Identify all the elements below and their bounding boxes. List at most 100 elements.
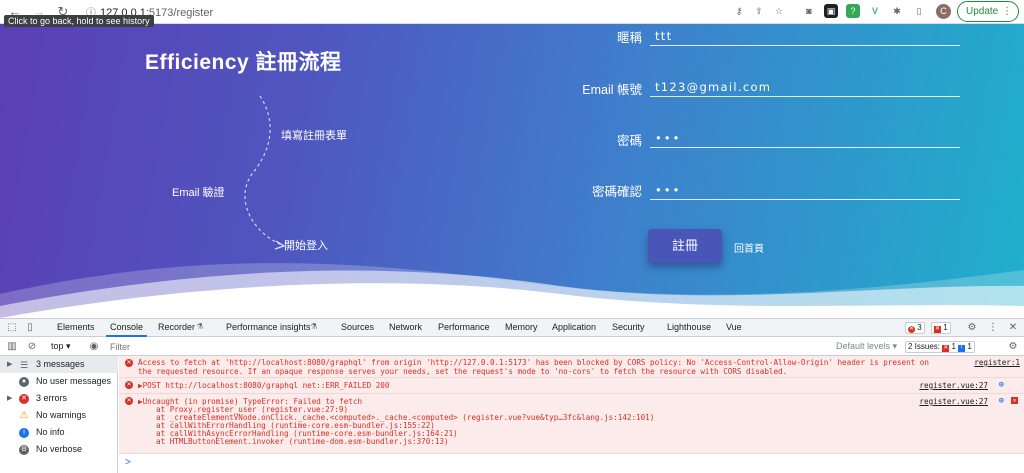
live-expression-eye-icon[interactable]: ◉ [88,341,100,352]
sidebar-item-label: 3 messages [36,359,85,369]
home-link[interactable]: 回首頁 [734,240,764,255]
console-output: ✕ Access to fetch at 'http://localhost:8… [119,356,1024,473]
sidebar-toggle-icon[interactable]: ▥ [6,341,18,352]
tab-console[interactable]: Console [105,322,148,337]
source-link[interactable]: register.vue:27 [919,381,988,390]
console-message-uncaught[interactable]: ✕ ▶Uncaught (in promise) TypeError: Fail… [119,394,1024,454]
issues-label: 2 Issues: [908,342,941,351]
error-count-badge[interactable]: ✕ 3 [905,322,925,334]
sidebar-item-warnings[interactable]: ⚠ No warnings [0,407,118,424]
sidebar-item-messages[interactable]: ▶ ☰ 3 messages [0,356,118,373]
console-message-cors: ✕ Access to fetch at 'http://localhost:8… [119,356,1024,378]
network-globe-icon[interactable]: ⊕ [999,380,1004,390]
share-icon[interactable]: ⇪ [752,4,766,18]
confirm-password-field[interactable] [650,180,960,200]
sidebar-item-errors[interactable]: ▶ ✕ 3 errors [0,390,118,407]
message-text: the requested resource. If an opaque res… [138,367,788,376]
tab-memory[interactable]: Memory [505,322,538,332]
sidebar-item-label: No info [36,427,65,437]
error-icon: ✕ [125,397,133,405]
clear-console-icon[interactable]: ⊘ [26,341,38,352]
issues-button[interactable]: 2 Issues: ✕ 1 ! 1 [905,341,975,353]
tab-application[interactable]: Application [552,322,596,332]
settings-gear-icon[interactable]: ⚙ [966,322,978,333]
device-toolbar-icon[interactable]: ▯ [24,322,36,333]
issue-count-badge[interactable]: ✕ 1 [931,322,951,334]
extension-dark-icon[interactable]: ▣ [824,4,838,18]
expand-arrow-icon[interactable]: ▶ [7,356,12,373]
key-icon[interactable]: ⚷ [732,4,746,18]
inspect-element-icon[interactable]: ⬚ [6,322,18,333]
list-icon: ☰ [19,360,29,370]
browser-toolbar: ← → ↻ ⓘ 127.0.0.1:5173/register Click to … [0,0,1024,27]
context-selector[interactable]: top ▾ [51,341,71,352]
vue-devtools-icon[interactable]: V [868,4,882,18]
issue-icon[interactable]: ✕ [1011,397,1018,404]
user-icon: ● [19,377,29,387]
sidebar-item-info[interactable]: i No info [0,424,118,441]
sidebar-item-label: No warnings [36,410,87,420]
sidebar-item-label: No user messages [36,376,112,386]
extension-green-icon[interactable]: ? [846,4,860,18]
error-icon: ✕ [125,359,133,367]
sidebar-item-verbose[interactable]: ⚙ No verbose [0,441,118,458]
flask-icon: ⚗ [310,322,318,331]
nickname-label: 暱稱 [616,31,642,45]
brand-title: Efficiency 註冊流程 [145,51,342,74]
sidebar-panel-icon[interactable]: ▯ [912,4,926,18]
tab-recorder[interactable]: Recorder [158,322,195,332]
issue-count: 1 [943,323,948,332]
step-fill-form: 填寫註冊表單 [281,130,347,142]
tab-network[interactable]: Network [389,322,422,332]
url-path: :5173/register [145,7,214,19]
tab-sources[interactable]: Sources [341,322,374,332]
stack-frame: at HTMLButtonElement.invoker (runtime-do… [156,437,449,446]
flask-icon: ⚗ [196,322,204,331]
message-text: Access to fetch at 'http://localhost:808… [138,358,929,367]
console-message-post[interactable]: ✕ ▶POST http://localhost:8080/graphql ne… [119,378,1024,394]
password-label: 密碼 [616,134,642,148]
sidebar-item-label: 3 errors [36,393,68,403]
tab-security[interactable]: Security [612,322,645,332]
console-prompt[interactable]: > [125,457,131,468]
back-tooltip: Click to go back, hold to see history [4,15,154,27]
console-filter-input[interactable] [110,340,830,354]
log-levels-label: Default levels [836,341,891,351]
register-button[interactable]: 註冊 [648,229,722,263]
tab-performance[interactable]: Performance [438,322,490,332]
source-link[interactable]: register.vue:27 [919,397,988,406]
tab-vue[interactable]: Vue [726,322,742,332]
network-globe-icon[interactable]: ⊕ [999,396,1004,406]
tab-lighthouse[interactable]: Lighthouse [667,322,711,332]
error-icon: ✕ [908,326,915,333]
tab-elements[interactable]: Elements [57,322,95,332]
issues-error-count: 1 [951,342,956,351]
issue-error-icon: ✕ [942,345,950,352]
password-field[interactable] [650,128,960,148]
sidebar-item-label: No verbose [36,444,83,454]
update-button[interactable]: Update ⋮ [957,1,1019,22]
more-options-icon[interactable]: ⋮ [987,322,999,333]
tab-performance-insights[interactable]: Performance insights [226,322,311,332]
camera-icon[interactable]: ◙ [802,4,816,18]
profile-avatar[interactable]: C [936,4,951,19]
step-email-verify: Email 驗證 [172,187,225,199]
expand-arrow-icon[interactable]: ▶ [7,390,12,407]
bookmark-star-icon[interactable]: ☆ [772,4,786,18]
error-icon: ✕ [19,394,29,404]
extensions-puzzle-icon[interactable]: ✱ [890,4,904,18]
log-levels-dropdown[interactable]: Default levels ▾ [836,341,897,352]
confirm-password-label: 密碼確認 [591,185,642,199]
verbose-icon: ⚙ [19,445,29,455]
sidebar-item-user-messages[interactable]: ● No user messages [0,373,118,390]
issue-icon: ✕ [934,326,941,333]
flow-path [244,95,286,250]
console-settings-gear-icon[interactable]: ⚙ [1007,341,1019,352]
email-field[interactable] [650,77,960,97]
nickname-field[interactable] [650,26,960,46]
more-icon[interactable]: ⋮ [1002,2,1012,21]
close-devtools-icon[interactable]: ✕ [1007,322,1019,333]
console-sidebar: ▶ ☰ 3 messages ● No user messages ▶ ✕ 3 … [0,356,118,473]
devtools-panel: ⬚ ▯ Elements Console Recorder ⚗ Performa… [0,318,1024,473]
source-link[interactable]: register:1 [974,358,1020,367]
